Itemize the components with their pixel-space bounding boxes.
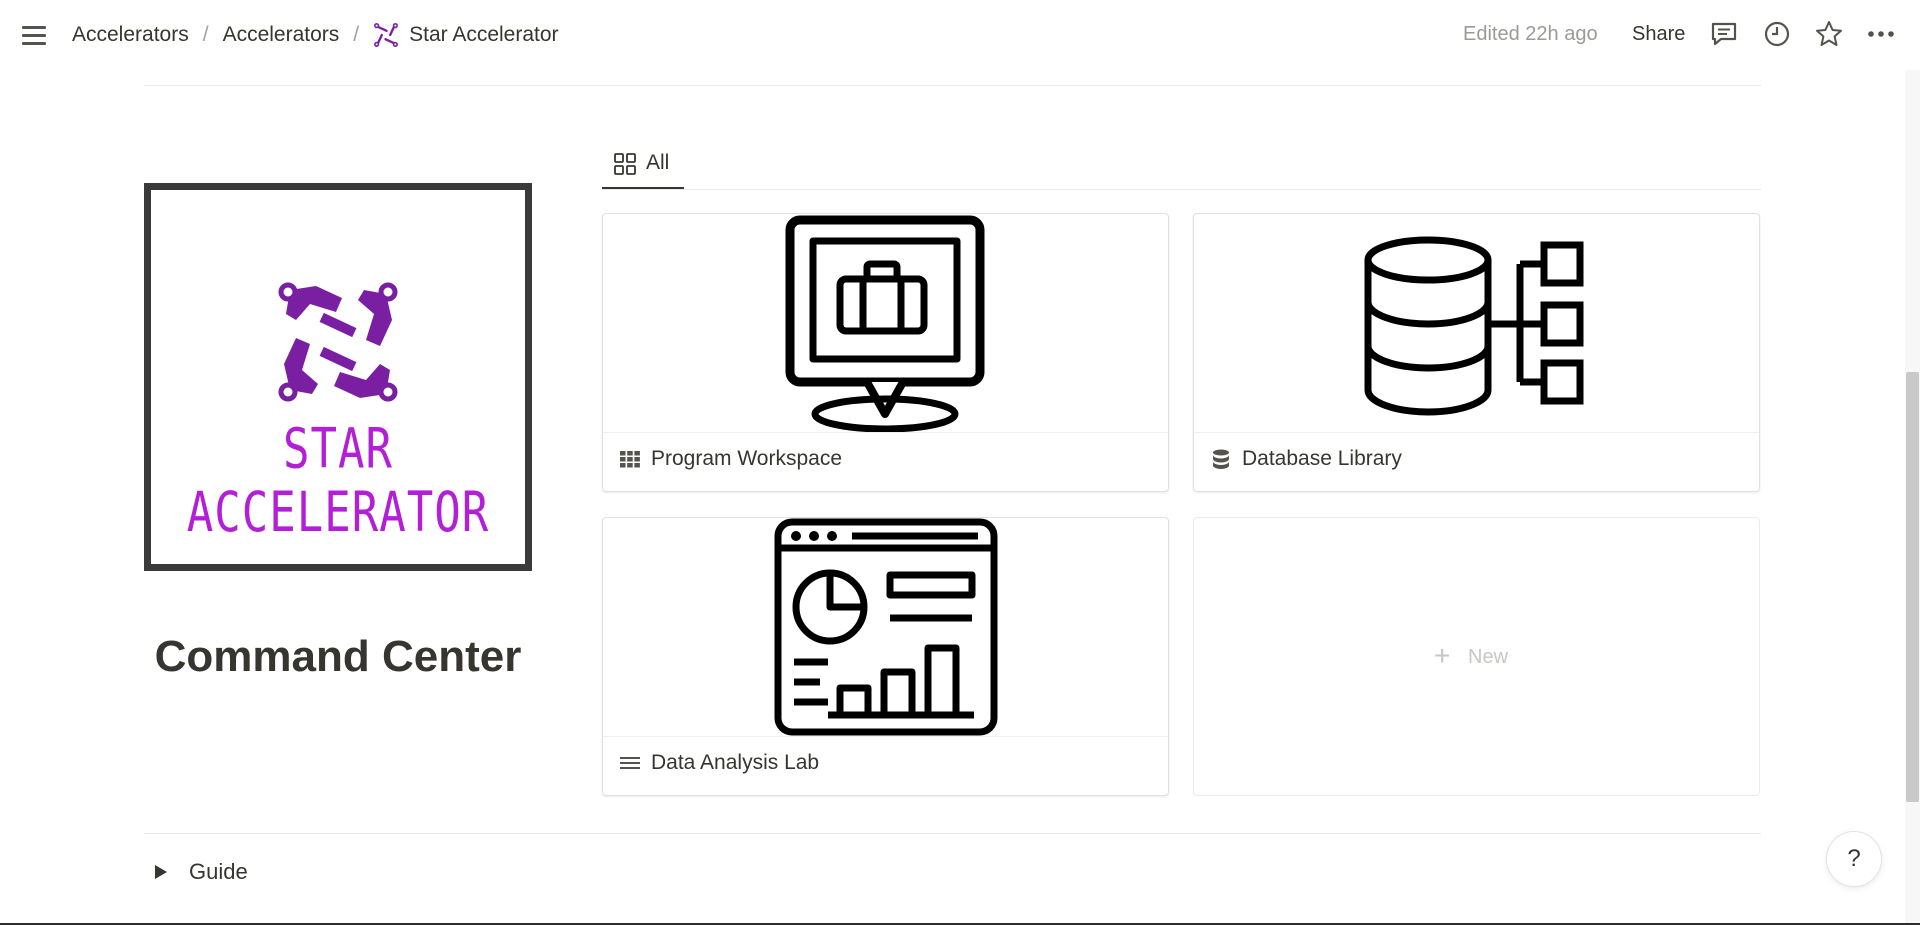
card-data-analysis-lab[interactable]: Data Analysis Lab xyxy=(602,517,1169,796)
gallery-icon xyxy=(614,153,636,175)
grid-icon xyxy=(620,451,640,468)
menu-icon[interactable] xyxy=(20,22,50,48)
card-title: Program Workspace xyxy=(619,444,842,474)
breadcrumb-separator: / xyxy=(353,23,360,46)
breadcrumb: Accelerators / Accelerators / Star Accel… xyxy=(72,21,559,49)
monitor-briefcase-icon xyxy=(785,215,985,432)
card-title: Data Analysis Lab xyxy=(619,748,819,778)
new-label: New xyxy=(1468,646,1509,668)
share-button[interactable]: Share xyxy=(1632,23,1685,46)
logo-mark-icon xyxy=(278,282,398,402)
lines-icon xyxy=(620,757,640,769)
guide-label: Guide xyxy=(189,859,248,884)
breadcrumb-separator: / xyxy=(202,23,209,46)
database-tree-icon xyxy=(1364,236,1584,416)
breadcrumb-current[interactable]: Star Accelerator xyxy=(373,22,559,48)
plus-icon: + xyxy=(1434,640,1451,671)
tab-all[interactable]: All xyxy=(602,143,684,189)
card-title-text: Data Analysis Lab xyxy=(651,751,820,774)
logo-text: STAR ACCELERATOR xyxy=(186,417,490,545)
more-icon[interactable] xyxy=(1866,19,1896,49)
guide-toggle[interactable]: Guide xyxy=(155,857,248,887)
star-icon[interactable] xyxy=(1814,19,1844,49)
star-accelerator-logo: STAR ACCELERATOR xyxy=(144,183,532,571)
clock-icon[interactable] xyxy=(1762,19,1792,49)
card-title-text: Database Library xyxy=(1242,447,1402,470)
card-cover xyxy=(1194,214,1759,433)
card-cover xyxy=(603,214,1168,433)
page-title: Command Center xyxy=(154,632,522,681)
scrollbar-thumb[interactable] xyxy=(1906,372,1919,802)
database-icon xyxy=(1213,449,1229,469)
help-button[interactable]: ? xyxy=(1826,831,1882,887)
dashboard-icon xyxy=(774,518,998,736)
divider xyxy=(602,189,1761,190)
breadcrumb-item: Star Accelerator xyxy=(409,23,559,46)
triangle-right-icon xyxy=(155,865,167,879)
card-title: Database Library xyxy=(1210,444,1402,474)
tab-label: All xyxy=(646,151,670,174)
card-cover xyxy=(603,518,1168,737)
card-title-text: Program Workspace xyxy=(651,447,843,470)
divider xyxy=(144,85,1761,86)
divider xyxy=(144,833,1761,834)
breadcrumb-item[interactable]: Accelerators xyxy=(72,23,189,47)
top-bar: Accelerators / Accelerators / Star Accel… xyxy=(0,0,1920,70)
new-card-button[interactable]: + New xyxy=(1193,517,1760,796)
card-program-workspace[interactable]: Program Workspace xyxy=(602,213,1169,492)
card-database-library[interactable]: Database Library xyxy=(1193,213,1760,492)
star-accelerator-logo-icon xyxy=(374,23,399,47)
breadcrumb-item[interactable]: Accelerators xyxy=(223,23,340,47)
edited-status: Edited 22h ago xyxy=(1463,23,1598,45)
comment-icon[interactable] xyxy=(1709,19,1739,49)
